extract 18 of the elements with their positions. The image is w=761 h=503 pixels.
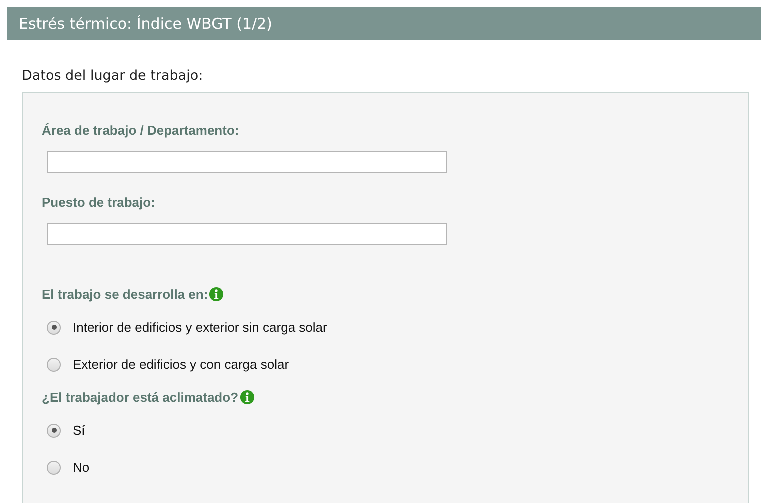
question-label: ¿El trabajador está aclimatado?	[42, 390, 239, 405]
radio-button[interactable]	[47, 460, 61, 474]
input-field[interactable]	[47, 223, 447, 245]
info-icon[interactable]	[240, 390, 255, 405]
option-label: Sí	[73, 423, 86, 438]
field-label: Área de trabajo / Departamento:	[42, 123, 240, 138]
question-label: El trabajo se desarrolla en:	[42, 287, 208, 302]
radio-button[interactable]	[47, 320, 61, 334]
option-label: No	[73, 460, 90, 475]
radio-button[interactable]	[47, 424, 61, 438]
radio-button[interactable]	[47, 358, 61, 372]
option-label: Exterior de edificios y con carga solar	[73, 357, 290, 372]
page-title: Estrés térmico: Índice WBGT (1/2)	[7, 7, 761, 40]
option-label: Interior de edificios y exterior sin carga solar	[73, 320, 328, 335]
info-icon[interactable]	[209, 287, 224, 302]
input-field[interactable]	[47, 151, 447, 173]
section-title: Datos del lugar de trabajo:	[22, 68, 204, 84]
field-label: Puesto de trabajo:	[42, 195, 156, 210]
